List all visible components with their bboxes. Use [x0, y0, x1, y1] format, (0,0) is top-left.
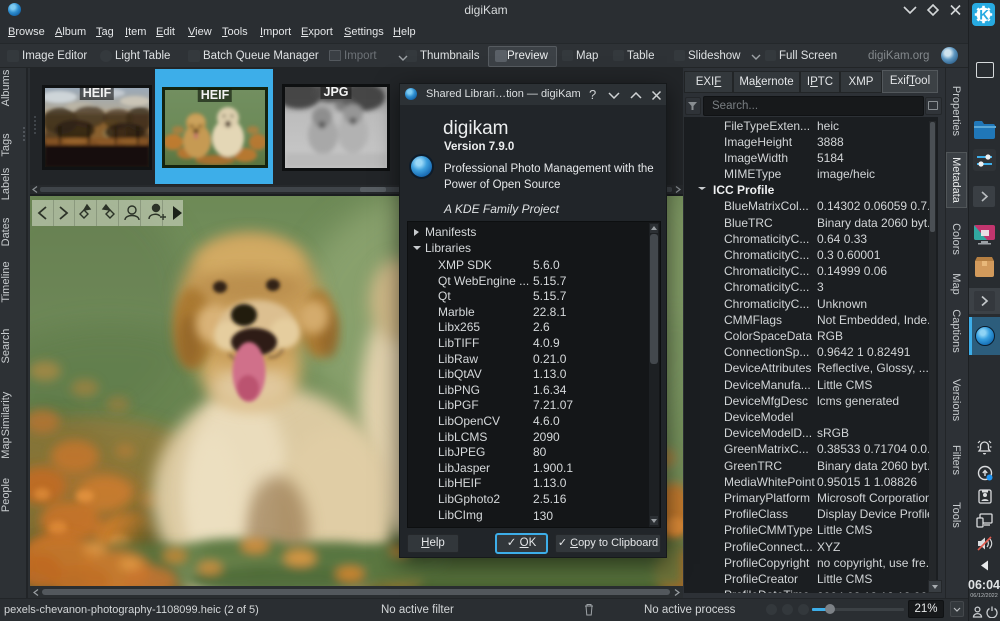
svg-text:K: K: [979, 7, 989, 22]
